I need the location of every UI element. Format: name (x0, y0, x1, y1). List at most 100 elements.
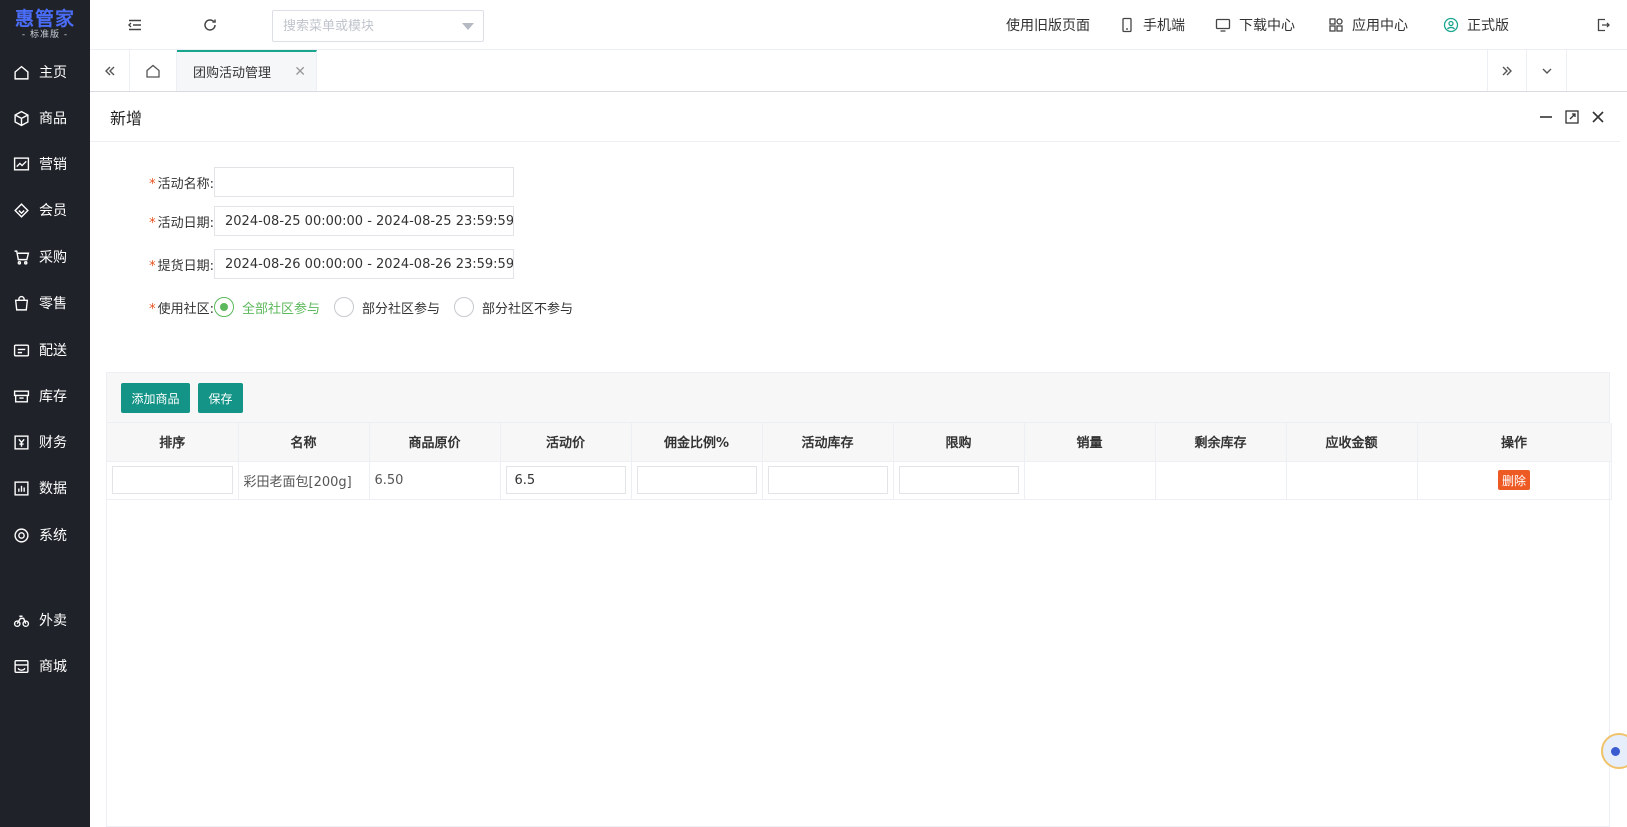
activity-date-row: * 活动日期: (130, 206, 514, 236)
radio-some-communities[interactable]: 部分社区参与 (334, 297, 440, 317)
activity-name-input[interactable] (214, 167, 514, 197)
download-center-link[interactable]: 下载中心 (1215, 14, 1295, 36)
sidebar-item-label: 商城 (39, 659, 67, 675)
activity-price-cell (500, 461, 632, 500)
sidebar-item-delivery[interactable]: 配送 (0, 330, 90, 370)
sidebar-item-label: 库存 (39, 389, 67, 405)
column-header[interactable]: 排序 (107, 423, 239, 462)
radio-all-communities[interactable]: 全部社区参与 (214, 297, 320, 317)
community-label: * 使用社区: (149, 301, 214, 317)
box-icon (13, 389, 30, 403)
close-icon[interactable]: ✕ (294, 64, 306, 80)
logout-icon[interactable] (1593, 15, 1613, 35)
sidebar-item-label: 零售 (39, 296, 67, 312)
sidebar-item-label: 会员 (39, 203, 67, 219)
column-header[interactable]: 剩余库存 (1155, 423, 1287, 462)
column-header[interactable]: 操作 (1417, 423, 1612, 462)
store-icon (14, 659, 29, 673)
mobile-link[interactable]: 手机端 (1119, 14, 1185, 36)
tabs-more-button[interactable] (1527, 50, 1567, 91)
finance-icon (14, 434, 29, 450)
pickup-date-input[interactable] (214, 249, 514, 279)
sidebar-item-system[interactable]: 系统 (0, 515, 90, 555)
column-header[interactable]: 活动价 (500, 423, 632, 462)
column-header[interactable]: 应收金额 (1286, 423, 1418, 462)
sidebar-item-products[interactable]: 商品 (0, 98, 90, 138)
tabs-bar: 团购活动管理 ✕ (90, 50, 1627, 92)
column-header[interactable]: 销量 (1024, 423, 1156, 462)
add-panel: 新增 *活动名称: *活动日期: *提货日期: *使用社区: 全部社区参与 (90, 92, 1620, 827)
activity-price-input[interactable] (505, 466, 626, 494)
sidebar-item-inventory[interactable]: 库存 (0, 376, 90, 416)
app-center-link[interactable]: 应用中心 (1328, 14, 1408, 36)
cube-icon (14, 110, 29, 126)
activity-name-label: * 活动名称: (149, 176, 214, 192)
sidebar-item-finance[interactable]: 财务 (0, 422, 90, 462)
home-icon (146, 64, 160, 78)
close-icon[interactable] (1590, 109, 1606, 125)
trend-chart-icon (13, 156, 30, 171)
pickup-date-label: * 提货日期: (149, 258, 214, 274)
sidebar-item-label: 营销 (39, 157, 67, 173)
name-cell: 彩田老面包[200g] (238, 461, 370, 500)
column-header[interactable]: 限购 (893, 423, 1025, 462)
mobile-label: 手机端 (1143, 18, 1185, 34)
double-chevron-left-icon (104, 66, 114, 75)
chevron-down-icon (1542, 68, 1551, 74)
commission-input[interactable] (636, 466, 757, 494)
sidebar-item-data[interactable]: 数据 (0, 468, 90, 508)
sidebar-item-home[interactable]: 主页 (0, 52, 90, 92)
sidebar-item-label: 配送 (39, 343, 67, 359)
sidebar-item-mall[interactable]: 商城 (0, 646, 90, 686)
activity-date-input[interactable] (214, 206, 514, 236)
community-row: * 使用社区: 全部社区参与 部分社区参与 部分社区不参与 (130, 292, 587, 322)
minimize-icon[interactable] (1538, 109, 1554, 125)
sidebar-item-label: 采购 (39, 250, 67, 266)
collapse-menu-icon[interactable] (125, 15, 145, 35)
activity-stock-input[interactable] (767, 466, 888, 494)
sidebar-item-purchase[interactable]: 采购 (0, 237, 90, 277)
menu-search-select[interactable] (272, 10, 484, 42)
download-center-label: 下载中心 (1239, 18, 1295, 34)
limit-input[interactable] (898, 466, 1019, 494)
add-product-button[interactable]: 添加商品 (121, 383, 190, 413)
sidebar-item-members[interactable]: 会员 (0, 190, 90, 230)
radio-some-communities-excluded[interactable]: 部分社区不参与 (454, 297, 573, 317)
sidebar-item-takeout[interactable]: 外卖 (0, 600, 90, 640)
tab-group-buy-management[interactable]: 团购活动管理 ✕ (177, 50, 317, 91)
community-radio-group: 全部社区参与 部分社区参与 部分社区不参与 (214, 297, 587, 317)
products-table: 排序 名称 商品原价 活动价 佣金比例% 活动库存 限购 销量 剩余库存 应收金… (107, 423, 1612, 500)
maximize-icon[interactable] (1564, 109, 1580, 125)
refresh-icon[interactable] (200, 15, 220, 35)
chevron-down-icon[interactable] (462, 23, 474, 30)
table-row: 彩田老面包[200g] 6.50 删除 (107, 461, 1612, 500)
activity-date-label: * 活动日期: (149, 215, 214, 231)
pickup-date-row: * 提货日期: (130, 249, 514, 279)
sort-input[interactable] (112, 466, 233, 494)
sidebar-item-marketing[interactable]: 营销 (0, 144, 90, 184)
tab-home[interactable] (130, 50, 177, 91)
user-edition-link[interactable]: 正式版 (1443, 14, 1509, 36)
radio-circle[interactable] (334, 297, 355, 317)
home-icon (14, 65, 29, 80)
column-header[interactable]: 名称 (238, 423, 370, 462)
column-header[interactable]: 佣金比例% (631, 423, 763, 462)
radio-circle[interactable] (454, 297, 475, 317)
delete-button[interactable]: 删除 (1497, 470, 1530, 490)
panel-header: 新增 (90, 92, 1620, 142)
tabs-scroll-right-button[interactable] (1487, 50, 1527, 91)
monitor-icon (1215, 18, 1231, 32)
sidebar-item-label: 财务 (39, 435, 67, 451)
menu-search-input[interactable] (273, 11, 453, 41)
limit-cell (893, 461, 1025, 500)
column-header[interactable]: 商品原价 (369, 423, 501, 462)
sidebar-item-label: 数据 (39, 481, 67, 497)
old-version-link[interactable]: 使用旧版页面 (1006, 14, 1090, 36)
tabs-scroll-left-button[interactable] (90, 50, 130, 91)
save-button[interactable]: 保存 (198, 383, 243, 413)
radio-circle[interactable] (214, 297, 234, 317)
sidebar-item-retail[interactable]: 零售 (0, 283, 90, 323)
commission-cell (631, 461, 763, 500)
column-header[interactable]: 活动库存 (762, 423, 894, 462)
activity-stock-cell (762, 461, 894, 500)
